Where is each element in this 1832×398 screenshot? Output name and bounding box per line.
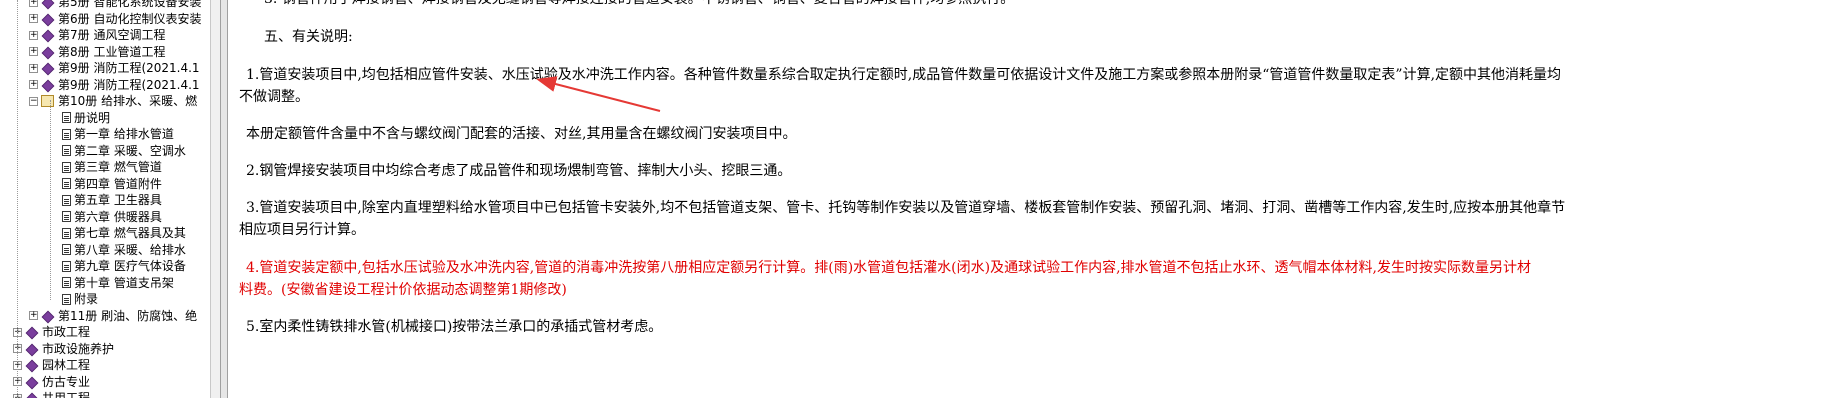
tree-item-label: 园林工程 (42, 358, 91, 372)
tree-item[interactable]: 册说明 (62, 110, 110, 126)
tree-item-label: 第八章 采暖、给排水 (74, 242, 186, 257)
book-icon (25, 359, 38, 371)
tree-item[interactable]: 第三章 燃气管道 (62, 159, 162, 175)
document-content: 3. 钢管件用于焊接钢管、焊接钢管及无缝钢管等焊接连接的管道安装。不锈钢管、铜管… (228, 0, 1832, 398)
tree-item[interactable]: 第八章 采暖、给排水 (62, 242, 186, 258)
page-icon (62, 260, 71, 272)
tree-item-label: 第三章 燃气管道 (74, 160, 162, 174)
tree-item-label: 仿古专业 (42, 374, 91, 389)
page-icon (62, 178, 71, 189)
page-icon (62, 161, 71, 173)
tree-item[interactable]: + 仿古专业 (13, 374, 90, 390)
tree-item[interactable]: + 市政设施养护 (13, 341, 114, 357)
tree-item-label: 第9册 消防工程(2021.4.1 (58, 77, 200, 92)
tree-item-label: 第七章 燃气器具及其 (74, 226, 186, 240)
tree-item-label: 第四章 管道附件 (74, 176, 162, 191)
book-icon (41, 29, 54, 41)
tree-item-label: 共用工程 (42, 391, 91, 398)
tree-item[interactable]: + 园林工程 (13, 357, 90, 373)
book-icon (41, 46, 54, 58)
tree-item[interactable]: 第五章 卫生器具 (62, 192, 162, 208)
tree-item[interactable]: 第十章 管道支吊架 (62, 275, 174, 291)
page-icon (62, 227, 71, 239)
expand-icon[interactable]: + (29, 63, 38, 73)
tree-item[interactable]: 第九章 医疗气体设备 (62, 258, 186, 274)
book-icon (41, 0, 54, 8)
tree-item[interactable]: − 第10册 给排水、采暖、燃 (29, 93, 197, 109)
tree-item[interactable]: 第一章 给排水管道 (62, 126, 174, 142)
tree-scrollbar[interactable] (210, 0, 220, 398)
page-icon (62, 244, 71, 255)
page-icon (62, 194, 71, 206)
tree-item[interactable]: + 第5册 智能化系统设备安装 (29, 0, 201, 10)
expand-icon[interactable]: + (29, 80, 38, 89)
expand-icon[interactable]: + (29, 14, 38, 23)
red-arrow-annotation (536, 76, 661, 112)
book-icon (41, 13, 54, 25)
tree-item[interactable]: + 第11册 刷油、防腐蚀、绝 (29, 308, 197, 324)
tree-item-label: 册说明 (74, 110, 111, 125)
tree-item-label: 第8册 工业管道工程 (58, 44, 166, 59)
tree-item-label: 第二章 采暖、空调水 (74, 143, 186, 158)
tree-connector (50, 100, 51, 300)
tree-item[interactable]: 第七章 燃气器具及其 (62, 225, 186, 241)
tree-item[interactable]: 第六章 供暖器具 (62, 209, 162, 225)
tree-item-label: 第9册 消防工程(2021.4.1 (58, 61, 200, 75)
book-icon (41, 310, 54, 322)
book-icon (41, 79, 54, 91)
tree-item-label: 附录 (74, 292, 99, 306)
tree-item[interactable]: 第二章 采暖、空调水 (62, 143, 186, 159)
tree-item-label: 市政工程 (42, 325, 91, 339)
navigation-tree: + 第5册 智能化系统设备安装 + 第6册 自动化控制仪表安装 + 第7册 通风空调工程 +… (0, 0, 210, 398)
tree-item-label: 第6册 自动化控制仪表安装 (58, 11, 202, 26)
tree-item-label: 第十章 管道支吊架 (74, 275, 174, 290)
collapse-icon[interactable]: − (29, 96, 38, 106)
tree-item[interactable]: + 第9册 消防工程(2021.4.1 (29, 77, 200, 93)
tree-item-label: 第六章 供暖器具 (74, 209, 162, 224)
tree-item[interactable]: + 第8册 工业管道工程 (29, 44, 165, 60)
tree-item[interactable]: + 第9册 消防工程(2021.4.1 (29, 60, 200, 76)
tree-item-label: 第五章 卫生器具 (74, 193, 162, 207)
tree-item[interactable]: + 共用工程 (13, 390, 90, 398)
book-icon (41, 62, 54, 74)
tree-item-label: 第一章 给排水管道 (74, 127, 174, 141)
page-icon (62, 145, 71, 156)
tree-item[interactable]: 附录 (62, 291, 98, 307)
tree-item-label: 第5册 智能化系统设备安装 (58, 0, 202, 9)
tree-item[interactable]: + 第7册 通风空调工程 (29, 27, 165, 43)
page-icon (62, 128, 71, 140)
expand-icon[interactable]: + (29, 311, 38, 320)
tree-item-label: 市政设施养护 (42, 341, 115, 356)
book-icon (25, 392, 38, 398)
page-icon (62, 211, 71, 222)
expand-icon[interactable]: + (29, 30, 38, 40)
open-book-icon (41, 95, 54, 107)
expand-icon[interactable]: + (29, 0, 38, 7)
book-icon (25, 343, 38, 355)
tree-item[interactable]: + 市政工程 (13, 324, 90, 340)
tree-item[interactable]: + 第6册 自动化控制仪表安装 (29, 11, 201, 27)
tree-item[interactable]: 第四章 管道附件 (62, 176, 162, 192)
book-icon (25, 326, 38, 338)
page-icon (62, 112, 71, 123)
expand-icon[interactable]: + (29, 47, 38, 56)
tree-item-label: 第九章 医疗气体设备 (74, 259, 186, 273)
book-icon (25, 376, 38, 388)
page-icon (62, 293, 71, 305)
tree-connector (17, 0, 18, 398)
panel-splitter[interactable] (220, 0, 228, 398)
page-icon (62, 277, 71, 288)
tree-item-label: 第11册 刷油、防腐蚀、绝 (58, 308, 198, 323)
tree-item-label: 第10册 给排水、采暖、燃 (58, 94, 198, 108)
tree-item-label: 第7册 通风空调工程 (58, 28, 166, 42)
